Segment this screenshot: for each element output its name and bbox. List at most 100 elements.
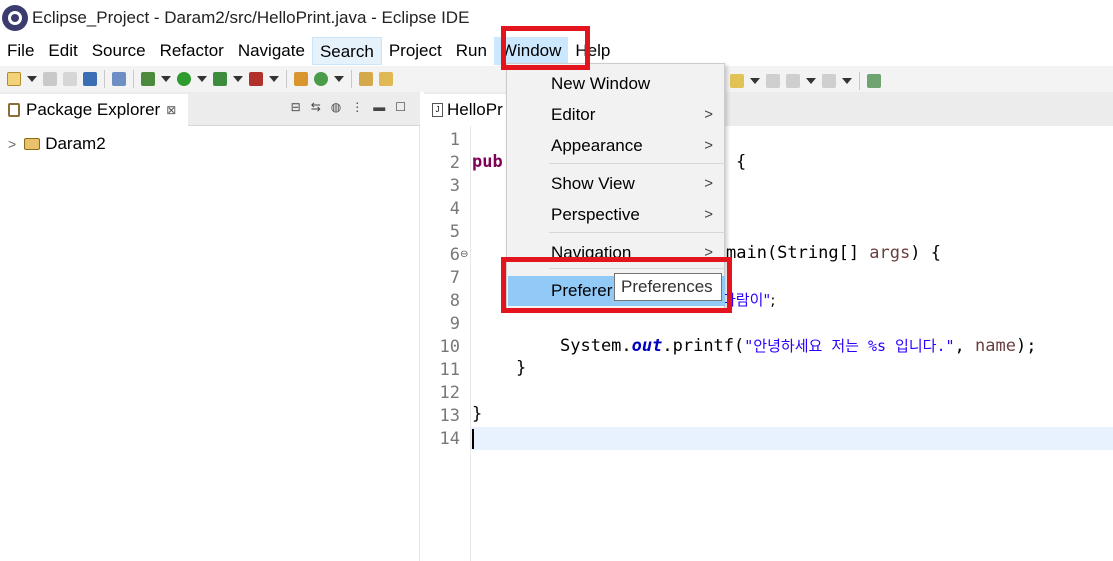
toolbar-right-group: [727, 72, 884, 90]
external-tools-dropdown-icon[interactable]: [269, 76, 279, 82]
package-explorer-tabbar: Package Explorer ⊠ ⊟ ⇆ ◍ ⋮ ▬ ☐: [0, 92, 420, 126]
code-line-11[interactable]: }: [516, 358, 526, 378]
run-dropdown-icon[interactable]: [197, 76, 207, 82]
tab-helloprint-java[interactable]: J HelloPr: [424, 94, 514, 126]
line-number: 6: [449, 245, 460, 265]
highlight-box-preferences: [501, 257, 732, 313]
code-line-6[interactable]: main(String[] args) {: [726, 243, 941, 263]
coverage-dropdown-icon[interactable]: [233, 76, 243, 82]
menu-separator: [549, 163, 725, 164]
code-string: "안녕하세요 저는 %s 입니다.": [744, 337, 955, 355]
menu-search[interactable]: Search: [311, 37, 382, 65]
skip-breakpoints-icon[interactable]: [112, 72, 126, 86]
toolbar-separator: [133, 70, 134, 88]
menu-item-editor[interactable]: Editor >: [508, 100, 725, 130]
menu-navigate[interactable]: Navigate: [231, 37, 312, 65]
menu-item-new-window[interactable]: New Window: [508, 69, 725, 99]
menu-item-perspective[interactable]: Perspective >: [508, 200, 725, 230]
menu-project[interactable]: Project: [382, 37, 449, 65]
back-icon[interactable]: [786, 74, 800, 88]
code-token: }: [516, 358, 527, 378]
run-icon[interactable]: [177, 72, 191, 86]
coverage-icon[interactable]: [213, 72, 227, 86]
tab-package-explorer[interactable]: Package Explorer ⊠: [0, 94, 188, 126]
gutter-divider: [470, 126, 471, 561]
minimize-icon[interactable]: ▬: [373, 100, 385, 114]
code-token: .printf(: [662, 336, 745, 356]
save-all-icon[interactable]: [63, 72, 77, 86]
project-folder-icon: [24, 138, 41, 150]
menu-refactor[interactable]: Refactor: [153, 37, 231, 65]
code-token: );: [1015, 336, 1037, 356]
editor-tab-label: HelloPr: [447, 100, 503, 119]
menu-run[interactable]: Run: [449, 37, 494, 65]
menu-separator: [549, 232, 725, 233]
code-line-10[interactable]: System.out.printf("안녕하세요 저는 %s 입니다.", na…: [560, 335, 1036, 356]
line-number: 3: [449, 176, 460, 196]
tab-label: Package Explorer: [26, 100, 161, 119]
debug-icon[interactable]: [141, 72, 155, 86]
menu-item-show-view[interactable]: Show View >: [508, 169, 725, 199]
close-icon[interactable]: ⊠: [166, 103, 176, 117]
line-number: 12: [439, 383, 460, 403]
collapse-all-icon[interactable]: ⊟: [291, 100, 301, 114]
save-icon[interactable]: [43, 72, 57, 86]
menu-edit[interactable]: Edit: [41, 37, 84, 65]
annotation-dropdown-icon[interactable]: [750, 78, 760, 84]
new-dropdown-icon[interactable]: [27, 76, 37, 82]
line-number: 11: [439, 360, 460, 380]
back-dropdown-icon[interactable]: [806, 78, 816, 84]
external-tools-icon[interactable]: [249, 72, 263, 86]
keyword: pub: [472, 152, 503, 172]
toolbar-separator: [104, 70, 105, 88]
menu-file[interactable]: File: [0, 37, 41, 65]
code-line-13[interactable]: }: [472, 404, 482, 424]
new-class-dropdown-icon[interactable]: [334, 76, 344, 82]
code-field: out: [631, 336, 663, 356]
open-folder-icon[interactable]: [379, 72, 393, 86]
chevron-right-icon: >: [704, 106, 713, 123]
chevron-right-icon[interactable]: >: [8, 136, 16, 152]
menu-item-label: New Window: [551, 74, 651, 93]
line-number: 13: [439, 406, 460, 426]
current-line-highlight: [471, 427, 1113, 450]
line-number: 7: [449, 268, 460, 288]
open-type-icon[interactable]: [359, 72, 373, 86]
code-token: }: [472, 404, 483, 424]
code-line-2[interactable]: pub: [472, 152, 503, 172]
tree-item-project[interactable]: > Daram2: [8, 134, 106, 154]
chevron-right-icon: >: [704, 137, 713, 154]
next-annotation-icon[interactable]: [730, 74, 744, 88]
forward-icon[interactable]: [822, 74, 836, 88]
open-perspective-icon[interactable]: [867, 74, 881, 88]
maximize-icon[interactable]: ☐: [395, 100, 406, 114]
view-menu-icon[interactable]: ⋮: [351, 100, 363, 114]
line-number: 5: [449, 222, 460, 242]
line-number: 8: [449, 291, 460, 311]
toolbar-separator: [859, 72, 860, 90]
code-variable: name: [975, 336, 1016, 356]
new-package-icon[interactable]: [294, 72, 308, 86]
package-explorer-icon: [8, 103, 20, 117]
highlight-box-window-menu: [501, 26, 590, 70]
menu-source[interactable]: Source: [85, 37, 153, 65]
chevron-right-icon: >: [704, 175, 713, 192]
forward-dropdown-icon[interactable]: [842, 78, 852, 84]
menu-item-appearance[interactable]: Appearance >: [508, 131, 725, 161]
package-explorer-panel: Package Explorer ⊠ ⊟ ⇆ ◍ ⋮ ▬ ☐ > Daram2: [0, 92, 420, 561]
toolbar-separator: [351, 70, 352, 88]
text-cursor: [472, 429, 474, 449]
menu-item-label: Appearance: [551, 136, 643, 155]
last-edit-location-icon[interactable]: [766, 74, 780, 88]
menu-item-label: Editor: [551, 105, 596, 124]
link-with-editor-icon[interactable]: ⇆: [311, 100, 321, 114]
line-number: 10: [439, 337, 460, 357]
eclipse-logo-icon: [2, 5, 28, 31]
new-icon[interactable]: [7, 72, 21, 86]
focus-icon[interactable]: ◍: [331, 100, 341, 114]
fold-collapse-icon[interactable]: ⊖: [460, 249, 468, 260]
console-icon[interactable]: [83, 72, 97, 86]
new-class-icon[interactable]: [314, 72, 328, 86]
code-line-2-tail[interactable]: {: [736, 152, 746, 172]
debug-dropdown-icon[interactable]: [161, 76, 171, 82]
